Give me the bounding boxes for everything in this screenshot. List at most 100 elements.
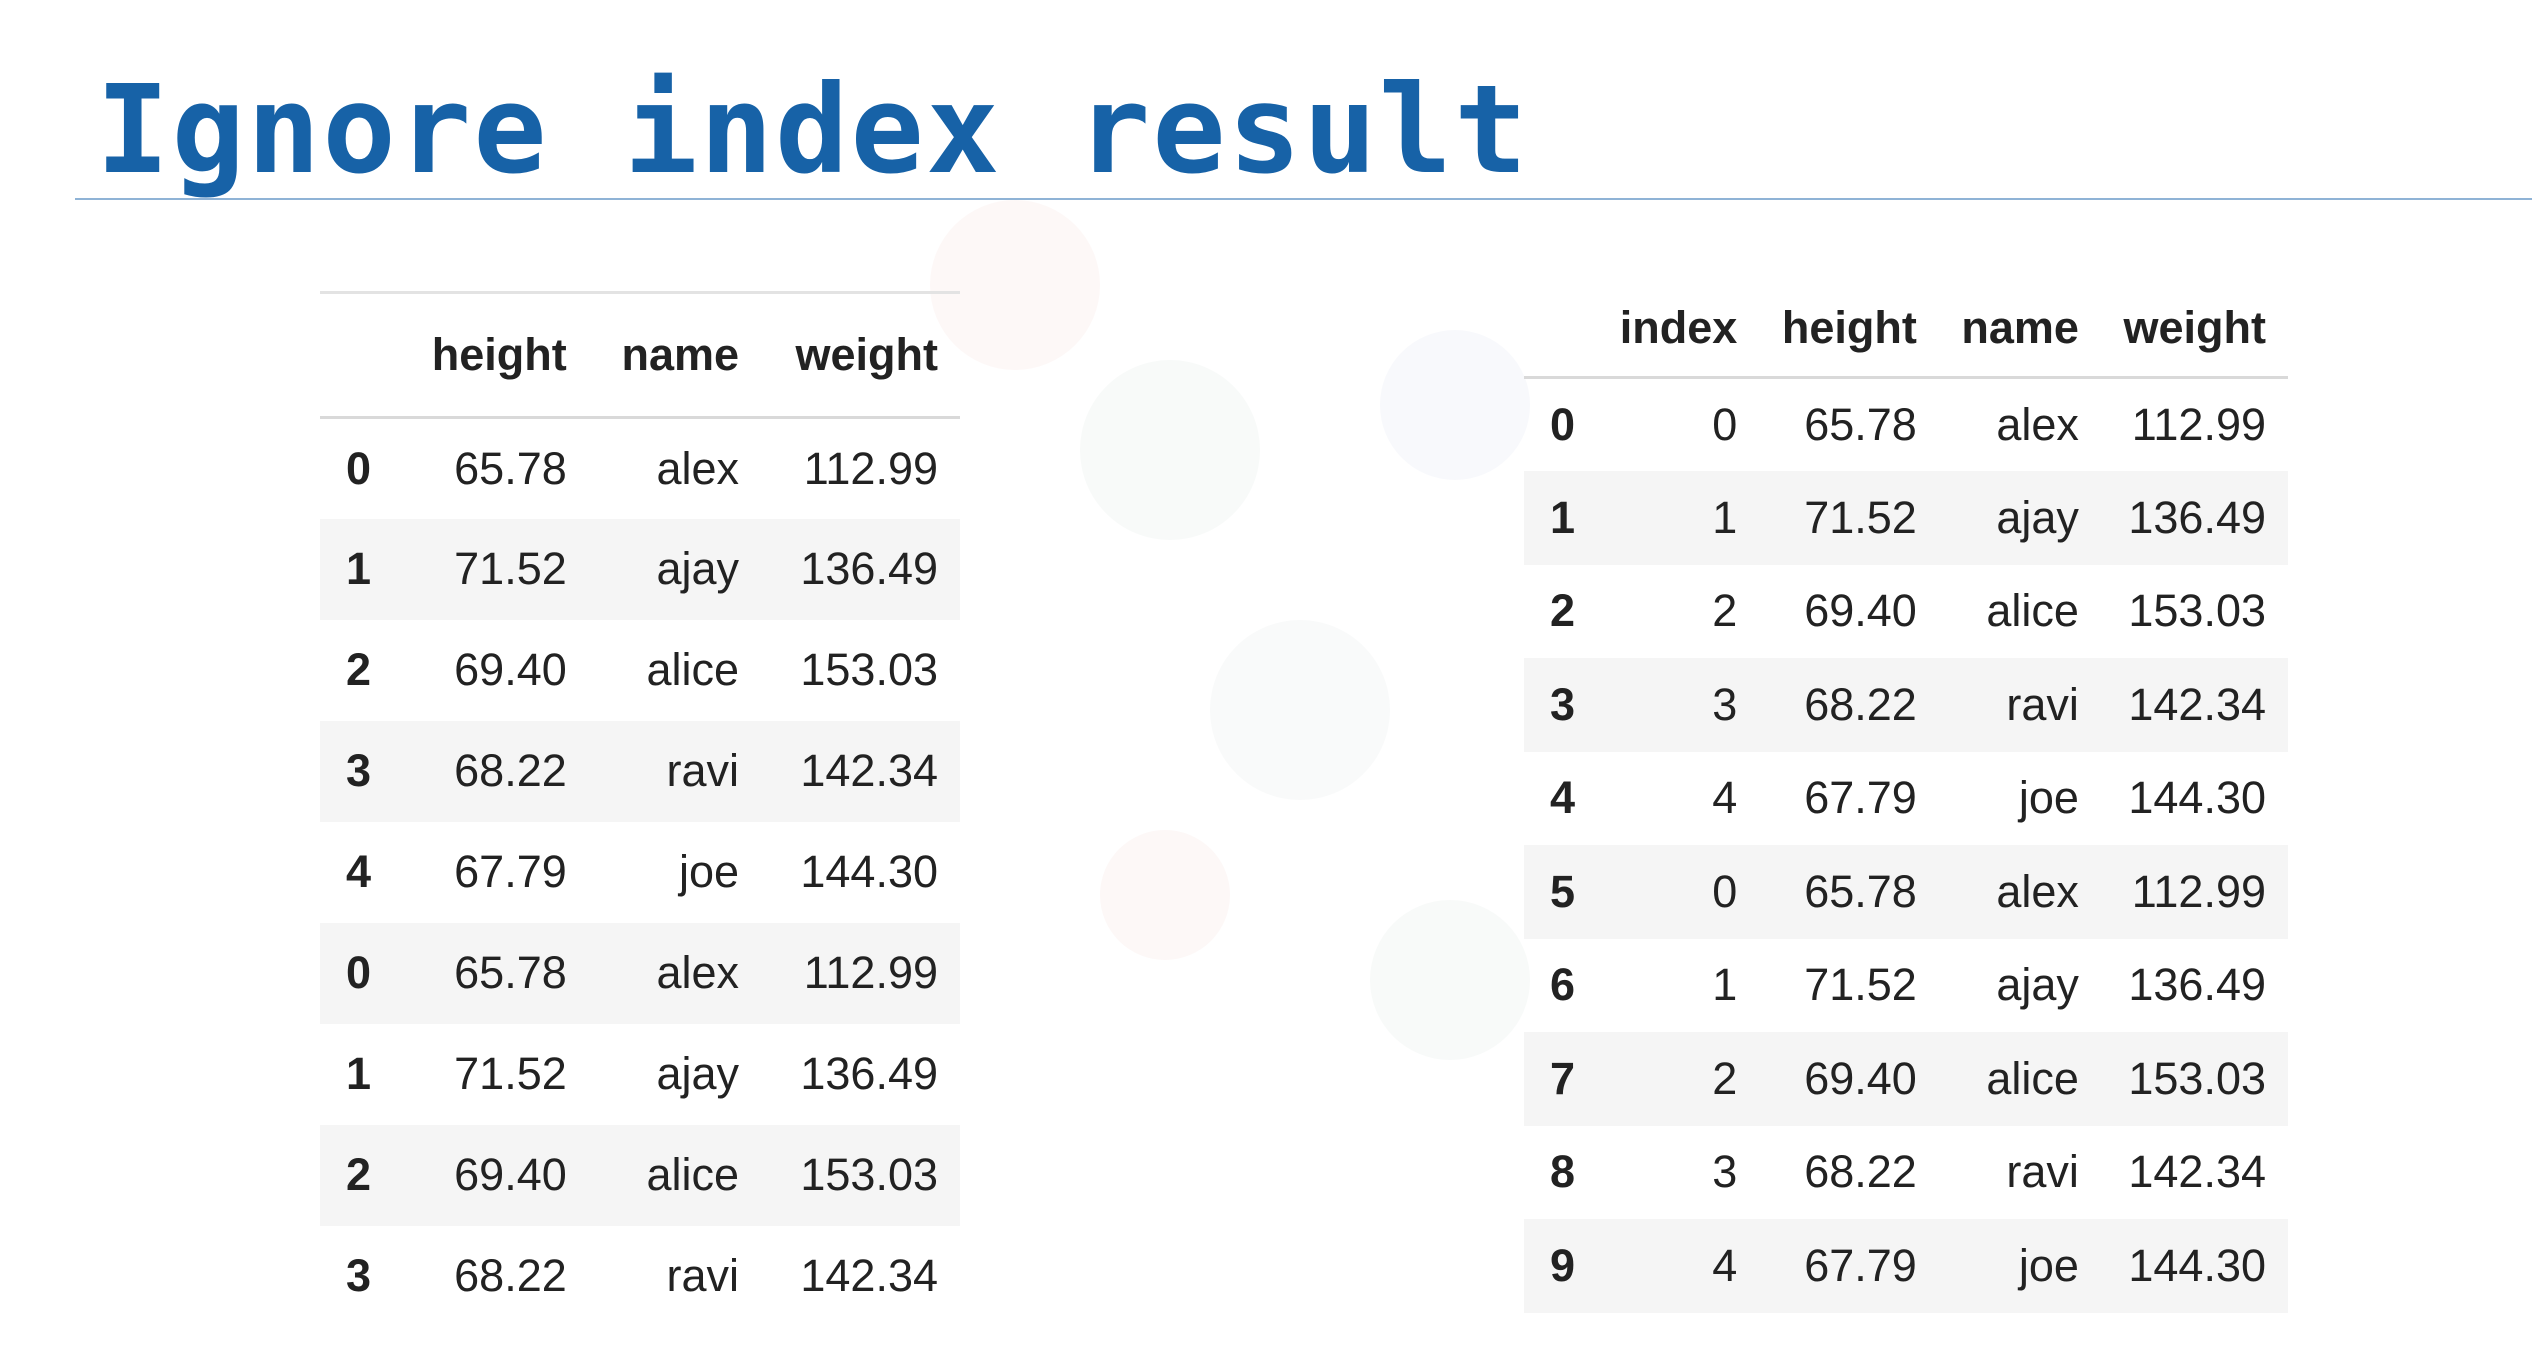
cell-weight: 153.03 [800,1149,938,1200]
table-header-row: height name weight [320,292,960,419]
cell-weight: 112.99 [2131,399,2266,450]
cell-weight: 136.49 [2128,959,2266,1011]
table-row: 6 1 71.52 ajay 136.49 [1524,939,2288,1033]
row-index: 3 [346,745,372,796]
row-index: 3 [346,1250,372,1301]
column-header-name: name [1938,280,2101,379]
table-row: 2 2 69.40 alice 153.03 [1524,565,2288,659]
row-label: 2 [1550,585,1576,637]
table-row: 1 1 71.52 ajay 136.49 [1524,471,2288,565]
cell-index: 4 [1712,1239,1738,1291]
cell-index: 2 [1712,1052,1738,1104]
cell-name: joe [679,846,740,897]
cell-name: ajay [1996,491,2079,543]
row-index: 4 [346,846,372,897]
cell-weight: 142.34 [800,1250,938,1301]
cell-height: 68.22 [454,1250,567,1301]
cell-weight: 142.34 [800,745,938,796]
cell-name: joe [2018,1239,2079,1291]
cell-height: 67.79 [454,846,567,897]
cell-index: 1 [1712,491,1738,543]
cell-weight: 136.49 [2128,491,2266,543]
cell-index: 3 [1712,678,1738,730]
cell-name: alex [1996,865,2079,917]
column-header-name: name [588,292,762,419]
cell-height: 69.40 [454,1149,567,1200]
cell-index: 0 [1712,399,1738,450]
cell-name: ajay [1996,959,2079,1011]
background-decoration [1370,900,1530,1060]
cell-name: joe [2018,772,2079,824]
cell-weight: 153.03 [2128,585,2266,637]
cell-height: 65.78 [1804,865,1917,917]
left-dataframe-table: height name weight 0 65.78 alex 112.99 1… [320,291,960,1327]
cell-name: alex [1996,399,2079,450]
column-header-weight: weight [2100,280,2288,379]
cell-name: ravi [2006,678,2079,730]
row-label: 0 [1550,399,1576,450]
cell-name: alice [1986,585,2079,637]
cell-weight: 112.99 [803,947,938,998]
table-row: 0 65.78 alex 112.99 [320,418,960,519]
cell-name: ravi [666,745,740,796]
table-row: 3 3 68.22 ravi 142.34 [1524,658,2288,752]
table-row: 9 4 67.79 joe 144.30 [1524,1219,2288,1313]
cell-name: alice [646,644,740,695]
cell-weight: 153.03 [800,644,938,695]
column-header-row-label [1524,280,1598,379]
cell-height: 71.52 [454,1048,567,1099]
column-header-height: height [397,292,589,419]
table-row: 2 69.40 alice 153.03 [320,1124,960,1226]
cell-name: ravi [666,1250,740,1301]
row-label: 4 [1550,772,1576,824]
table-row: 1 71.52 ajay 136.49 [320,518,960,620]
cell-name: alex [656,947,740,998]
cell-weight: 142.34 [2128,1146,2266,1198]
cell-weight: 144.30 [2128,1239,2266,1291]
row-label: 5 [1550,865,1576,917]
cell-height: 67.79 [1804,772,1917,824]
cell-name: ravi [2006,1146,2079,1198]
table-row: 4 67.79 joe 144.30 [320,822,960,923]
table-row: 3 68.22 ravi 142.34 [320,1226,960,1327]
row-index: 0 [346,442,372,494]
cell-height: 71.52 [454,543,567,594]
cell-index: 2 [1712,585,1738,637]
title-divider [75,198,2532,200]
cell-weight: 144.30 [800,846,938,897]
table-row: 0 0 65.78 alex 112.99 [1524,378,2288,472]
cell-height: 68.22 [1804,1146,1917,1198]
cell-weight: 136.49 [800,543,938,594]
background-decoration [1210,620,1390,800]
table-row: 0 65.78 alex 112.99 [320,922,960,1024]
cell-weight: 136.49 [800,1048,938,1099]
slide-title: Ignore index result [96,59,1530,201]
table-row: 2 69.40 alice 153.03 [320,620,960,721]
cell-name: alice [1986,1052,2079,1104]
cell-height: 65.78 [1804,399,1917,450]
cell-name: ajay [656,1048,740,1099]
cell-height: 68.22 [454,745,567,796]
cell-index: 1 [1712,959,1738,1011]
column-header-index [320,292,398,419]
table-row: 3 68.22 ravi 142.34 [320,720,960,822]
table-row: 8 3 68.22 ravi 142.34 [1524,1126,2288,1220]
table-row: 4 4 67.79 joe 144.30 [1524,752,2288,846]
cell-index: 3 [1712,1146,1738,1198]
cell-height: 67.79 [1804,1239,1917,1291]
cell-height: 68.22 [1804,678,1917,730]
table-header-row: index height name weight [1524,280,2288,379]
cell-weight: 112.99 [2131,865,2266,917]
row-label: 3 [1550,678,1576,730]
cell-weight: 153.03 [2128,1052,2266,1104]
cell-height: 65.78 [454,442,567,494]
table-row: 1 71.52 ajay 136.49 [320,1024,960,1125]
row-index: 0 [346,947,372,998]
background-decoration [1080,360,1260,540]
cell-height: 65.78 [454,947,567,998]
cell-height: 71.52 [1804,491,1917,543]
row-label: 1 [1550,491,1576,543]
background-decoration [1100,830,1230,960]
row-index: 2 [346,1149,372,1200]
cell-height: 69.40 [1804,585,1917,637]
